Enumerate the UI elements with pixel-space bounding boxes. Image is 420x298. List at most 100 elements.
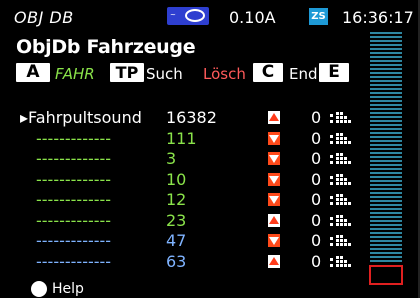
vehicle-address: 63 bbox=[166, 251, 187, 271]
function-grid-icon bbox=[330, 193, 356, 207]
meter-line bbox=[370, 68, 402, 70]
direction-down-icon bbox=[268, 172, 280, 186]
direction-up-icon bbox=[268, 213, 280, 227]
meter-line bbox=[370, 228, 402, 230]
meter-line bbox=[370, 244, 402, 246]
current-readout: 0.10A bbox=[229, 8, 276, 27]
meter-line bbox=[370, 96, 402, 98]
meter-line bbox=[370, 44, 402, 46]
direction-up-icon bbox=[268, 254, 280, 268]
throttle-screen: OBJ DB ~ 0.10A ZS 16:36:17 ObjDb Fahrzeu… bbox=[0, 0, 420, 298]
meter-line bbox=[370, 76, 402, 78]
softkey-tp[interactable]: TP bbox=[110, 63, 144, 82]
meter-line bbox=[370, 136, 402, 138]
function-grid-icon bbox=[330, 152, 356, 166]
list-row[interactable]: ------------- 47 0 bbox=[0, 231, 360, 251]
direction-down-icon bbox=[268, 234, 280, 247]
vehicle-address: 111 bbox=[166, 128, 197, 148]
meter-line bbox=[370, 188, 402, 190]
vehicle-name: ------------- bbox=[36, 210, 112, 230]
brand-logo: ~ bbox=[167, 7, 209, 25]
screen-name: OBJ DB bbox=[14, 8, 74, 27]
delete-label: Lösch bbox=[203, 65, 246, 83]
vehicle-speed: 0 bbox=[311, 149, 322, 168]
clock: 16:36:17 bbox=[342, 8, 414, 27]
meter-line bbox=[370, 92, 402, 94]
meter-line bbox=[370, 60, 402, 62]
vehicle-address: 47 bbox=[166, 231, 187, 250]
meter-line bbox=[370, 180, 402, 182]
list-row[interactable]: ------------- 10 0 bbox=[0, 170, 360, 190]
vehicle-name: ------------- bbox=[36, 169, 112, 189]
vehicle-name: ------------- bbox=[36, 149, 112, 168]
vehicle-name: ▸Fahrpultsound bbox=[20, 108, 142, 127]
list-row-selected[interactable]: ▸Fahrpultsound 16382 0 bbox=[0, 108, 360, 128]
meter-line bbox=[370, 248, 402, 250]
vehicle-speed: 0 bbox=[311, 251, 322, 271]
vehicle-speed: 0 bbox=[311, 190, 322, 209]
meter-line bbox=[370, 224, 402, 226]
direction-down-icon bbox=[268, 131, 280, 145]
meter-line bbox=[370, 160, 402, 162]
meter-line bbox=[370, 32, 402, 34]
vehicle-name: ------------- bbox=[36, 190, 112, 209]
vehicle-address: 3 bbox=[166, 149, 177, 168]
vehicle-address: 12 bbox=[166, 190, 187, 209]
softkey-c[interactable]: C bbox=[253, 63, 283, 82]
meter-line bbox=[370, 256, 402, 258]
meter-line bbox=[370, 124, 402, 126]
meter-line bbox=[370, 120, 402, 122]
vehicle-speed: 0 bbox=[311, 128, 322, 148]
meter-line bbox=[370, 128, 402, 130]
meter-line bbox=[370, 36, 402, 38]
vehicle-address: 10 bbox=[166, 169, 187, 189]
meter-line bbox=[370, 168, 402, 170]
meter-line bbox=[370, 184, 402, 186]
meter-line bbox=[370, 216, 402, 218]
vehicle-address: 23 bbox=[166, 210, 187, 230]
meter-line bbox=[370, 64, 402, 66]
help-label[interactable]: Help bbox=[52, 281, 84, 297]
meter-line bbox=[370, 84, 402, 86]
list-row[interactable]: ------------- 12 0 bbox=[0, 190, 360, 210]
direction-up-icon bbox=[268, 111, 280, 124]
meter-line bbox=[370, 56, 402, 58]
page-title: ObjDb Fahrzeuge bbox=[16, 36, 196, 58]
meter-line bbox=[370, 88, 402, 90]
function-grid-icon bbox=[330, 255, 356, 269]
function-grid-icon bbox=[330, 234, 356, 248]
list-row[interactable]: ------------- 111 0 bbox=[0, 129, 360, 149]
meter-line bbox=[370, 148, 402, 150]
meter-line bbox=[370, 204, 402, 206]
help-icon[interactable] bbox=[31, 281, 47, 297]
vehicle-name: ------------- bbox=[36, 251, 112, 271]
list-row[interactable]: ------------- 23 0 bbox=[0, 211, 360, 231]
softkey-a[interactable]: A bbox=[16, 63, 50, 82]
list-row[interactable]: ------------- 63 0 bbox=[0, 252, 360, 272]
meter-line bbox=[370, 236, 402, 238]
vehicle-speed: 0 bbox=[311, 169, 322, 189]
meter-line bbox=[370, 172, 402, 174]
meter-line bbox=[370, 100, 402, 102]
meter-line bbox=[370, 220, 402, 222]
softkey-a-label: FAHR bbox=[55, 65, 95, 83]
meter-line bbox=[370, 200, 402, 202]
vehicle-address: 16382 bbox=[166, 108, 217, 127]
meter-line bbox=[370, 208, 402, 210]
meter-line bbox=[370, 152, 402, 154]
meter-line bbox=[370, 232, 402, 234]
function-grid-icon bbox=[330, 132, 356, 146]
meter-line bbox=[370, 48, 402, 50]
vehicle-name: ------------- bbox=[36, 128, 112, 148]
vehicle-speed: 0 bbox=[311, 108, 322, 127]
brand-logo-ring bbox=[185, 9, 205, 22]
vehicle-speed: 0 bbox=[311, 231, 322, 250]
list-row[interactable]: ------------- 3 0 bbox=[0, 149, 360, 169]
meter-line bbox=[370, 52, 402, 54]
brand-logo-mark: ~ bbox=[170, 11, 176, 19]
meter-line bbox=[370, 144, 402, 146]
softkey-e[interactable]: E bbox=[319, 63, 349, 82]
meter-line bbox=[370, 112, 402, 114]
meter-line bbox=[370, 40, 402, 42]
function-grid-icon bbox=[330, 214, 356, 228]
